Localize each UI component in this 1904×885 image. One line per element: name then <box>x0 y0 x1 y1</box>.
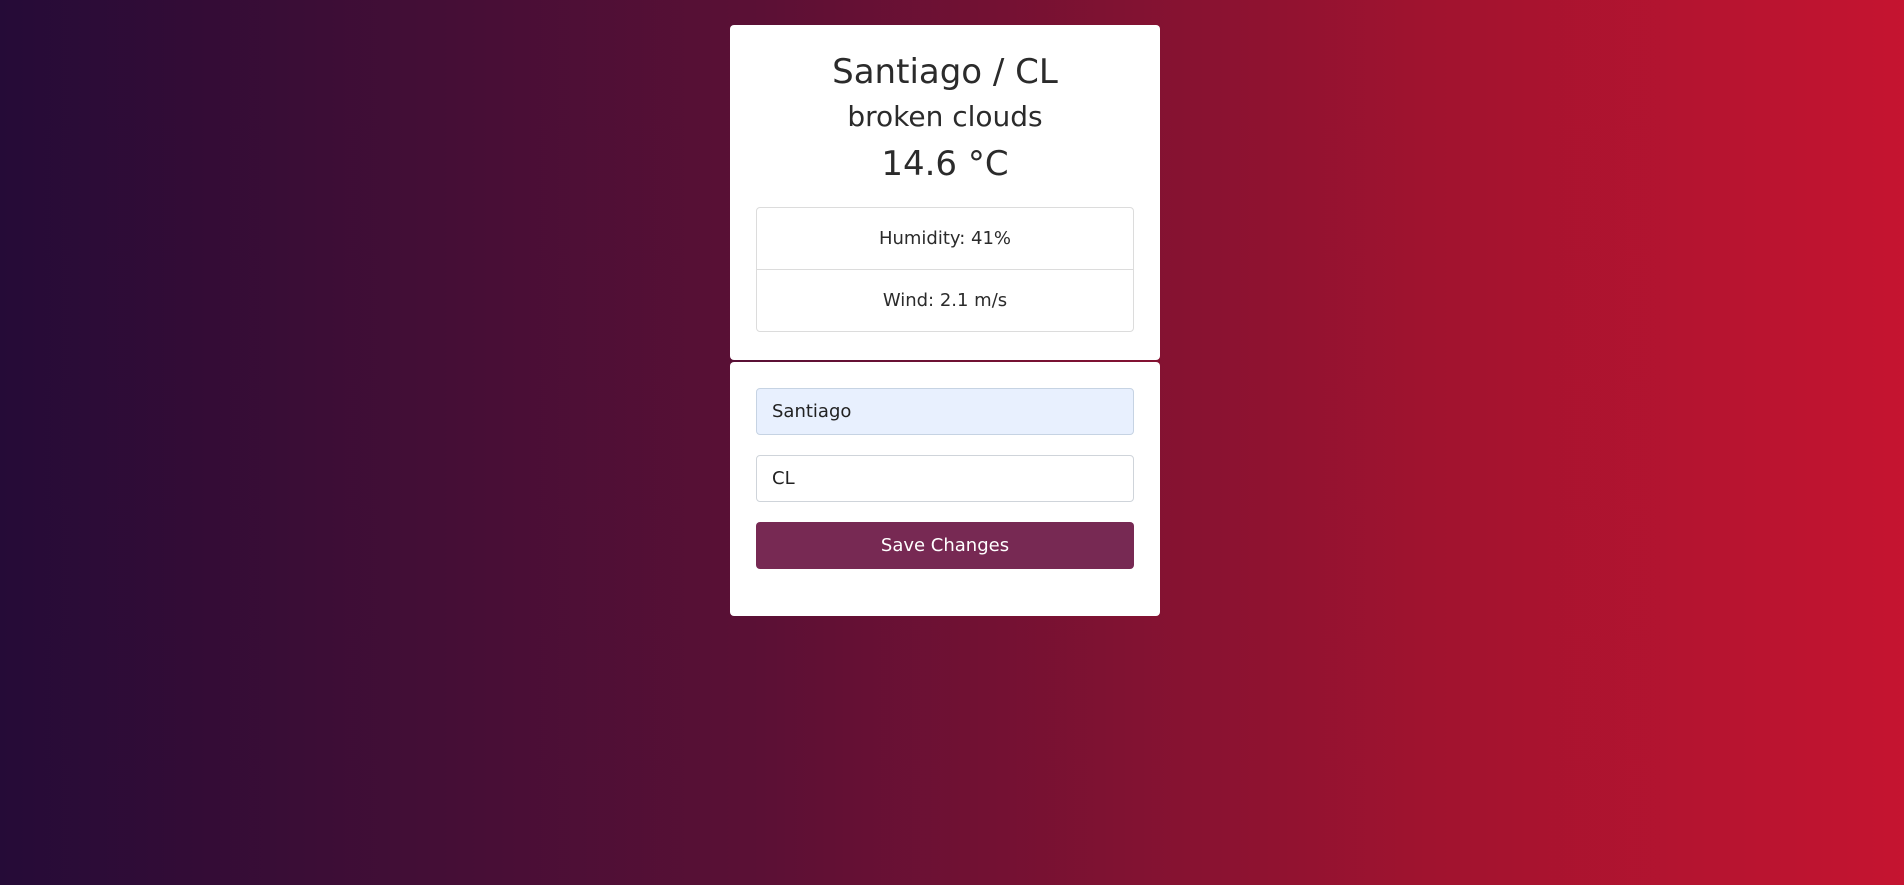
weather-details-list: Humidity: 41% Wind: 2.1 m/s <box>756 207 1134 332</box>
country-input[interactable] <box>756 455 1134 502</box>
weather-description: broken clouds <box>847 100 1043 133</box>
humidity-item: Humidity: 41% <box>878 228 1012 249</box>
city-input[interactable] <box>756 388 1134 435</box>
weather-card: Santiago / CL broken clouds 14.6 °C Humi… <box>730 25 1160 360</box>
wind-item: Wind: 2.1 m/s <box>757 269 1133 331</box>
save-changes-button[interactable]: Save Changes <box>756 522 1134 569</box>
location-title: Santiago / CL <box>832 52 1058 92</box>
temperature-value: 14.6 °C <box>881 144 1009 184</box>
location-form: Save Changes <box>730 362 1160 616</box>
